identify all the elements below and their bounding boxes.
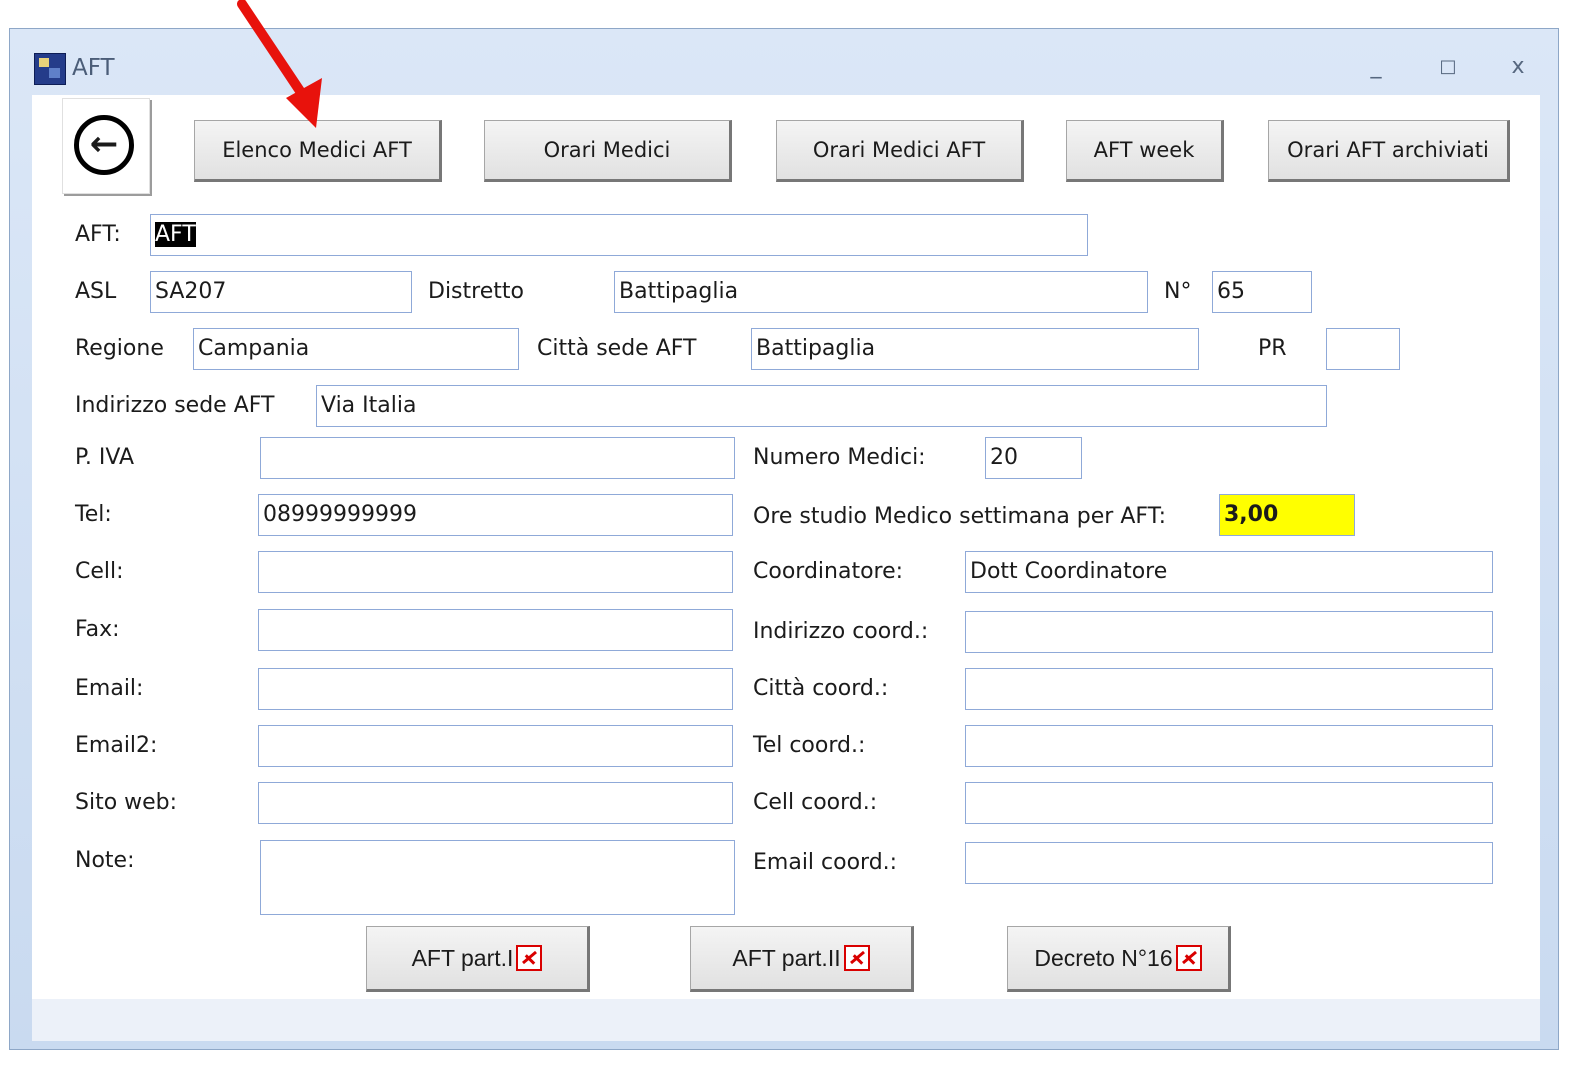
note-field[interactable] xyxy=(260,840,735,915)
numero-label: N° xyxy=(1164,279,1192,304)
orari-medici-button[interactable]: Orari Medici xyxy=(484,120,732,182)
email-label: Email: xyxy=(75,676,144,701)
numero-medici-label: Numero Medici: xyxy=(753,445,926,470)
indirizzo-coord-field[interactable] xyxy=(965,611,1493,653)
pdf-icon xyxy=(516,945,543,971)
app-icon xyxy=(34,53,66,85)
numero-medici-field[interactable]: 20 xyxy=(985,437,1082,479)
numero-field[interactable]: 65 xyxy=(1212,271,1312,313)
citta-coord-field[interactable] xyxy=(965,668,1493,710)
orari-aft-archiviati-button[interactable]: Orari AFT archiviati xyxy=(1268,120,1510,182)
tel-coord-label: Tel coord.: xyxy=(753,733,866,758)
aft-value: AFT xyxy=(155,222,196,247)
maximize-button[interactable]: □ xyxy=(1428,49,1468,85)
tel-coord-field[interactable] xyxy=(965,725,1493,767)
aft-week-button[interactable]: AFT week xyxy=(1066,120,1224,182)
status-bar xyxy=(32,999,1540,1041)
sito-web-field[interactable] xyxy=(258,782,733,824)
coordinatore-label: Coordinatore: xyxy=(753,559,904,584)
sito-web-label: Sito web: xyxy=(75,790,178,815)
tel-label: Tel: xyxy=(75,502,112,527)
orari-medici-aft-button[interactable]: Orari Medici AFT xyxy=(776,120,1024,182)
annotation-arrow-icon xyxy=(237,0,322,128)
indirizzo-sede-field[interactable]: Via Italia xyxy=(316,385,1327,427)
email-field[interactable] xyxy=(258,668,733,710)
pr-field[interactable] xyxy=(1326,328,1400,370)
pdf-icon xyxy=(1175,945,1202,971)
note-label: Note: xyxy=(75,848,135,873)
indirizzo-coord-label: Indirizzo coord.: xyxy=(753,619,929,644)
window-title: AFT xyxy=(72,55,115,81)
aft-part-i-label: AFT part.I xyxy=(411,945,514,971)
aft-field[interactable]: AFT xyxy=(150,214,1088,256)
citta-coord-label: Città coord.: xyxy=(753,676,889,701)
aft-part-ii-label: AFT part.II xyxy=(732,945,841,971)
email2-label: Email2: xyxy=(75,733,158,758)
cell-label: Cell: xyxy=(75,559,124,584)
regione-label: Regione xyxy=(75,336,164,361)
aft-part-i-pdf-button[interactable]: AFT part.I xyxy=(366,926,590,992)
fax-label: Fax: xyxy=(75,617,120,642)
asl-field[interactable]: SA207 xyxy=(150,271,412,313)
tel-field[interactable]: 08999999999 xyxy=(258,494,733,536)
decreto-n16-pdf-button[interactable]: Decreto N°16 xyxy=(1007,926,1231,992)
regione-field[interactable]: Campania xyxy=(193,328,519,370)
decreto-n16-label: Decreto N°16 xyxy=(1034,945,1173,971)
ore-studio-field[interactable]: 3,00 xyxy=(1219,494,1355,536)
back-arrow-icon: ← xyxy=(74,115,134,175)
distretto-field[interactable]: Battipaglia xyxy=(614,271,1148,313)
pr-label: PR xyxy=(1258,336,1287,361)
close-button[interactable]: x xyxy=(1498,49,1538,85)
back-button[interactable]: ← xyxy=(62,98,150,194)
fax-field[interactable] xyxy=(258,609,733,651)
distretto-label: Distretto xyxy=(428,279,524,304)
aft-part-ii-pdf-button[interactable]: AFT part.II xyxy=(690,926,914,992)
minimize-button[interactable]: _ xyxy=(1356,49,1396,85)
asl-label: ASL xyxy=(75,279,117,304)
email-coord-label: Email coord.: xyxy=(753,850,898,875)
cell-coord-label: Cell coord.: xyxy=(753,790,878,815)
cell-coord-field[interactable] xyxy=(965,782,1493,824)
indirizzo-sede-label: Indirizzo sede AFT xyxy=(75,393,275,418)
email2-field[interactable] xyxy=(258,725,733,767)
citta-sede-field[interactable]: Battipaglia xyxy=(751,328,1199,370)
email-coord-field[interactable] xyxy=(965,842,1493,884)
citta-sede-label: Città sede AFT xyxy=(537,336,697,361)
piva-field[interactable] xyxy=(260,437,735,479)
coordinatore-field[interactable]: Dott Coordinatore xyxy=(965,551,1493,593)
piva-label: P. IVA xyxy=(75,445,135,470)
cell-field[interactable] xyxy=(258,551,733,593)
pdf-icon xyxy=(843,945,870,971)
ore-studio-label: Ore studio Medico settimana per AFT: xyxy=(753,504,1167,529)
aft-label: AFT: xyxy=(75,222,121,247)
